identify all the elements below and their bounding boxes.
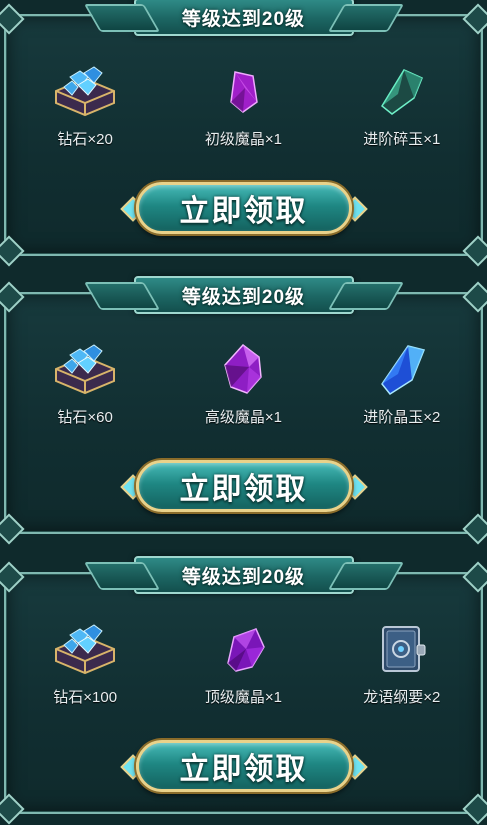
- claim-button[interactable]: 立即领取: [135, 460, 352, 512]
- frame-corner: [0, 3, 25, 35]
- reward-panel-3: 等级达到20级 钻石×100 顶级魔晶×1 龙语纲要×2 立即领取: [0, 556, 487, 825]
- level-banner: 等级达到20级: [133, 556, 354, 594]
- claim-button-label: 立即领取: [179, 473, 308, 506]
- dragon-book-icon: [366, 618, 438, 680]
- level-requirement-text: 等级达到20级: [181, 8, 306, 30]
- claim-button[interactable]: 立即领取: [135, 740, 352, 792]
- claim-button-frame: 立即领取: [119, 176, 368, 240]
- reward-items: 钻石×20 初级魔晶×1 进阶碎玉×1: [6, 60, 481, 149]
- diamond-chest-icon: [49, 618, 121, 680]
- reward-items: 钻石×100 顶级魔晶×1 龙语纲要×2: [6, 618, 481, 707]
- frame-corner: [0, 561, 25, 593]
- reward-item[interactable]: 钻石×20: [15, 60, 155, 149]
- purple-crystal-icon: [207, 60, 279, 122]
- frame-corner: [462, 513, 487, 545]
- purple-gem-icon: [207, 338, 279, 400]
- frame-corner: [0, 513, 25, 545]
- reward-label: 钻石×20: [57, 131, 113, 148]
- blue-crystal-icon: [366, 338, 438, 400]
- reward-label: 顶级魔晶×1: [204, 689, 283, 706]
- reward-label: 钻石×100: [53, 689, 118, 706]
- reward-item[interactable]: 钻石×60: [15, 338, 155, 427]
- frame-corner: [462, 3, 487, 35]
- reward-panel-2: 等级达到20级 钻石×60 高级魔晶×1 进阶晶玉×2 立即领取: [0, 276, 487, 545]
- claim-button-label: 立即领取: [179, 195, 308, 228]
- reward-item[interactable]: 进阶晶玉×2: [332, 338, 472, 427]
- frame-corner: [462, 793, 487, 825]
- frame-corner: [0, 235, 25, 267]
- reward-item[interactable]: 钻石×100: [15, 618, 155, 707]
- claim-button-frame: 立即领取: [119, 734, 368, 798]
- diamond-chest-icon: [49, 60, 121, 122]
- reward-items: 钻石×60 高级魔晶×1 进阶晶玉×2: [6, 338, 481, 427]
- reward-label: 进阶碎玉×1: [363, 131, 441, 148]
- reward-item[interactable]: 初级魔晶×1: [173, 60, 313, 149]
- reward-label: 初级魔晶×1: [204, 131, 283, 148]
- frame-corner: [0, 281, 25, 313]
- reward-panel-1: 等级达到20级 钻石×20 初级魔晶×1 进阶碎玉×1 立即领取: [0, 0, 487, 267]
- reward-item[interactable]: 顶级魔晶×1: [173, 618, 313, 707]
- diamond-chest-icon: [49, 338, 121, 400]
- level-requirement-text: 等级达到20级: [181, 286, 306, 308]
- claim-button-label: 立即领取: [179, 753, 308, 786]
- frame-corner: [462, 281, 487, 313]
- reward-item[interactable]: 高级魔晶×1: [173, 338, 313, 427]
- reward-item[interactable]: 进阶碎玉×1: [332, 60, 472, 149]
- claim-button-frame: 立即领取: [119, 454, 368, 518]
- claim-button[interactable]: 立即领取: [135, 182, 352, 234]
- reward-label: 进阶晶玉×2: [363, 409, 441, 426]
- reward-label: 钻石×60: [57, 409, 113, 426]
- reward-item[interactable]: 龙语纲要×2: [332, 618, 472, 707]
- level-banner: 等级达到20级: [133, 276, 354, 314]
- frame-corner: [462, 561, 487, 593]
- reward-label: 龙语纲要×2: [363, 689, 441, 706]
- green-shard-icon: [366, 60, 438, 122]
- level-requirement-text: 等级达到20级: [181, 566, 306, 588]
- level-banner: 等级达到20级: [133, 0, 354, 36]
- frame-corner: [0, 793, 25, 825]
- violet-gem-icon: [207, 618, 279, 680]
- reward-label: 高级魔晶×1: [204, 409, 283, 426]
- frame-corner: [462, 235, 487, 267]
